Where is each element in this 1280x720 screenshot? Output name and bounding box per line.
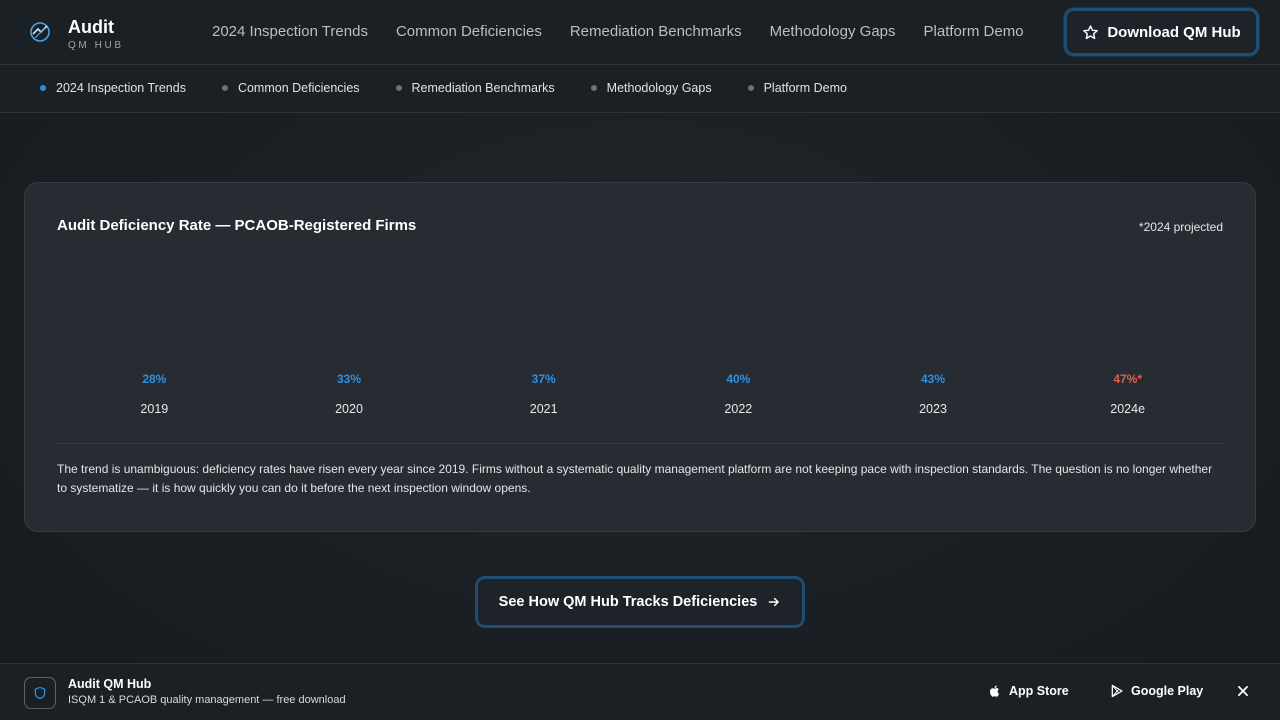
section-nav-label: Platform Demo [763, 81, 847, 95]
section-nav-label: Methodology Gaps [606, 81, 712, 95]
bar-value-label: 43% [920, 372, 946, 386]
see-how-button-label: See How QM Hub Tracks Deficiencies [498, 594, 758, 610]
x-tick-label: 2019 [140, 402, 169, 416]
bar-value-label: 40% [726, 372, 751, 386]
section-nav-methodology-gaps[interactable]: Methodology Gaps [590, 81, 712, 95]
top-nav-inspection-trends[interactable]: 2024 Inspection Trends [212, 23, 368, 40]
section-nav-common-deficiencies[interactable]: Common Deficiencies [221, 81, 360, 95]
chart-commentary: The trend is unambiguous: deficiency rat… [57, 462, 1213, 495]
download-button[interactable]: Download QM Hub [1064, 8, 1259, 56]
section-nav-remediation-benchmarks[interactable]: Remediation Benchmarks [395, 81, 555, 95]
app-icon [24, 677, 56, 709]
section-nav-label: Remediation Benchmarks [411, 81, 555, 95]
brand-subtitle: QM HUB [68, 40, 124, 51]
section-nav: 2024 Inspection Trends Common Deficienci… [0, 65, 1280, 113]
star-icon [1083, 24, 1099, 39]
brand-title[interactable]: Audit [68, 17, 114, 38]
bar-value-label: 47%* [1113, 372, 1142, 386]
section-nav-platform-demo[interactable]: Platform Demo [747, 81, 847, 95]
top-header: Audit QM HUB 2024 Inspection Trends Comm… [0, 0, 1280, 65]
see-how-button[interactable]: See How QM Hub Tracks Deficiencies [475, 576, 805, 628]
chart-column: 37% 2021 [484, 363, 604, 423]
section-nav-label: 2024 Inspection Trends [56, 81, 186, 95]
chart-column: 28% 2019 [94, 363, 214, 423]
app-tagline: ISQM 1 & PCAOB quality management — free… [68, 694, 346, 706]
app-name: Audit QM Hub [68, 677, 152, 691]
app-store-label: App Store [1009, 684, 1069, 698]
top-nav-common-deficiencies[interactable]: Common Deficiencies [396, 23, 542, 40]
dot-icon [747, 85, 754, 91]
chart-column: 33% 2020 [289, 363, 409, 423]
bar-value-label: 37% [531, 372, 556, 386]
apple-icon [989, 685, 1000, 697]
google-play-label: Google Play [1131, 684, 1204, 698]
download-button-label: Download QM Hub [1107, 23, 1241, 41]
projection-note: *2024 projected [1138, 220, 1223, 234]
logo-icon[interactable] [28, 20, 52, 44]
chart-column: 47%* 2024e [1068, 363, 1188, 423]
close-icon[interactable] [1236, 684, 1250, 698]
chart-column: 43% 2023 [873, 363, 993, 423]
top-nav-methodology-gaps[interactable]: Methodology Gaps [770, 23, 896, 40]
app-download-banner: Audit QM Hub ISQM 1 & PCAOB quality mana… [0, 663, 1280, 720]
top-nav: 2024 Inspection Trends Common Deficienci… [212, 23, 1024, 40]
x-tick-label: 2021 [529, 402, 558, 416]
active-dot-icon [40, 85, 46, 91]
dot-icon [590, 85, 597, 91]
arrow-right-icon [768, 597, 780, 607]
section-nav-label: Common Deficiencies [237, 81, 360, 95]
chart-title: Audit Deficiency Rate — PCAOB-Registered… [57, 217, 417, 234]
chart-column: 40% 2022 [678, 363, 798, 423]
deficiency-chart-card: Audit Deficiency Rate — PCAOB-Registered… [24, 182, 1256, 532]
dot-icon [221, 85, 228, 91]
x-tick-label: 2023 [919, 402, 947, 416]
x-tick-label: 2024e [1110, 402, 1146, 416]
dot-icon [395, 85, 402, 91]
google-play-icon [1111, 684, 1123, 698]
shield-icon [34, 686, 46, 700]
x-tick-label: 2022 [724, 402, 753, 416]
section-nav-inspection-trends[interactable]: 2024 Inspection Trends [40, 81, 186, 95]
bar-value-label: 28% [142, 372, 167, 386]
top-nav-platform-demo[interactable]: Platform Demo [924, 23, 1024, 40]
deficiency-bar-chart: 28% 2019 33% 2020 37% 2021 40% 2022 43% 2023 47%* 2… [57, 363, 1225, 423]
x-tick-label: 2020 [335, 402, 363, 416]
app-store-button[interactable]: App Store [988, 684, 1069, 698]
google-play-button[interactable]: Google Play [1110, 684, 1203, 698]
bar-value-label: 33% [336, 372, 362, 386]
top-nav-remediation-benchmarks[interactable]: Remediation Benchmarks [570, 23, 742, 40]
card-divider [57, 443, 1225, 444]
